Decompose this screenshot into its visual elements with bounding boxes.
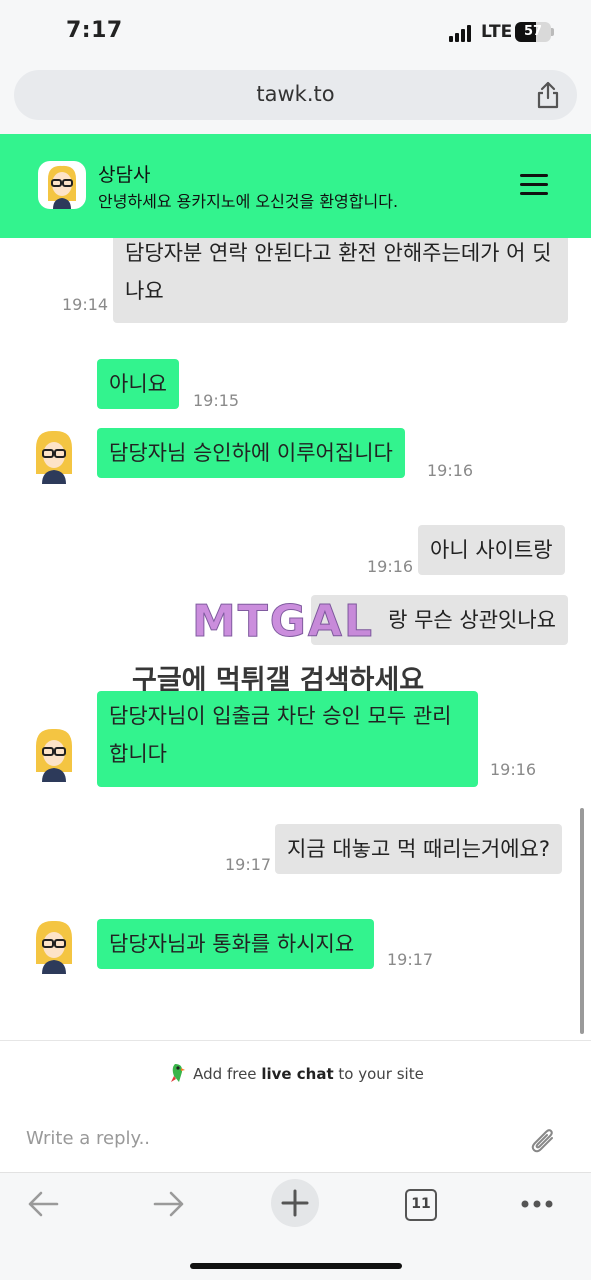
battery-level: 57 — [523, 24, 543, 39]
message-bubble: 지금 대놓고 먹 때리는거에요? — [275, 824, 563, 874]
message-time: 19:17 — [225, 855, 272, 874]
home-indicator — [190, 1263, 402, 1269]
reply-input[interactable]: Write a reply.. — [26, 1128, 150, 1149]
forward-arrow-icon[interactable] — [152, 1189, 186, 1219]
message-time: 19:15 — [193, 391, 240, 410]
message-bubble: 담당자님 승인하에 이루어집니다 — [97, 428, 405, 478]
message-bubble: 담당자님이 입출금 차단 승인 모두 관리 합니다 — [97, 691, 478, 787]
address-bar[interactable]: tawk.to — [14, 70, 577, 120]
plus-icon — [281, 1189, 309, 1217]
message-time: 19:14 — [62, 295, 109, 314]
browser-address-area: tawk.to — [0, 64, 591, 134]
agent-title: 상담사 — [98, 164, 151, 186]
message-text: 아니요 — [109, 372, 167, 396]
status-bar: 7:17 LTE 57 — [0, 0, 591, 64]
message-time: 19:17 — [387, 950, 434, 969]
message-text: 담당자님 승인하에 이루어집니다 — [109, 441, 393, 465]
tawk-parrot-icon — [171, 1064, 186, 1082]
message-text: 담당자님과 통화를 하시지요 — [109, 932, 355, 956]
agent-greeting: 안녕하세요 용카지노에 오신것을 환영합니다. — [98, 192, 399, 211]
chat-messages[interactable]: 담당자분 연락 안된다고 환전 안해주는데가 어 딧나요 19:14 아니요 1… — [0, 238, 591, 1040]
new-tab-button[interactable] — [271, 1179, 319, 1227]
message-text: 아니 사이트랑 — [430, 538, 553, 562]
powered-prefix: Add free — [193, 1065, 262, 1083]
message-time: 19:16 — [490, 760, 537, 779]
message-time: 19:16 — [427, 461, 474, 480]
message-bubble: 아니요 — [97, 359, 179, 409]
back-arrow-icon[interactable] — [26, 1189, 60, 1219]
powered-bold: live chat — [261, 1065, 334, 1083]
message-bubble: 아니 사이트랑 — [418, 525, 565, 575]
signal-icon — [449, 24, 473, 42]
url-text: tawk.to — [256, 82, 335, 106]
more-options-icon[interactable] — [520, 1199, 554, 1209]
chat-scrollbar[interactable] — [580, 808, 584, 1034]
agent-avatar-icon — [48, 165, 76, 209]
message-text: 랑 무슨 상관잇나요 — [388, 608, 556, 632]
chat-header: 상담사 안녕하세요 용카지노에 오신것을 환영합니다. — [0, 134, 591, 238]
tab-switcher-button[interactable]: 11 — [405, 1189, 437, 1221]
watermark-logo: MTGAL — [191, 596, 375, 648]
agent-avatar-icon — [36, 920, 72, 974]
powered-suffix: to your site — [333, 1065, 424, 1083]
agent-avatar — [38, 161, 86, 209]
message-text: 담당자분 연락 안된다고 환전 안해주는데가 어 딧나요 — [125, 241, 552, 303]
message-time: 19:16 — [367, 557, 414, 576]
status-time: 7:17 — [66, 18, 123, 43]
message-bubble: 담당자분 연락 안된다고 환전 안해주는데가 어 딧나요 — [113, 238, 568, 323]
powered-by-link[interactable]: Add free live chat to your site — [0, 1062, 591, 1084]
agent-avatar-icon — [36, 728, 72, 782]
agent-avatar-icon — [36, 430, 72, 484]
message-text: 담당자님이 입출금 차단 승인 모두 관리 합니다 — [109, 704, 452, 766]
message-text: 지금 대놓고 먹 때리는거에요? — [287, 837, 551, 861]
attachment-icon[interactable] — [528, 1124, 558, 1158]
battery-icon: 57 — [515, 22, 551, 42]
browser-toolbar: 11 — [0, 1172, 591, 1280]
menu-icon[interactable] — [520, 174, 548, 196]
network-type: LTE — [481, 22, 513, 42]
share-icon[interactable] — [533, 80, 563, 110]
message-bubble: 담당자님과 통화를 하시지요 — [97, 919, 374, 969]
